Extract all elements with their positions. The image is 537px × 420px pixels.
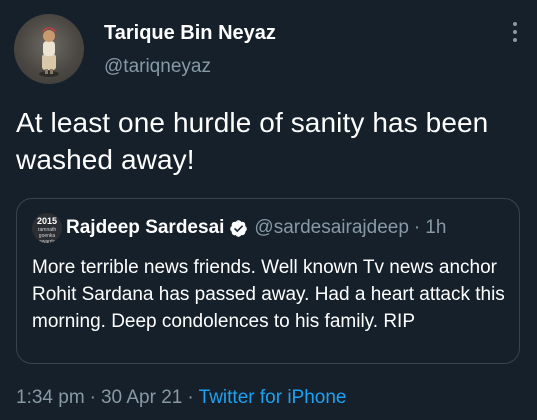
quoted-author-handle: @sardesairajdeep	[254, 217, 409, 238]
meta-separator: ·	[187, 387, 194, 408]
author-display-name[interactable]: Tarique Bin Neyaz	[104, 22, 276, 45]
quoted-timestamp: 1h	[425, 217, 447, 238]
tweet-source-link[interactable]: Twitter for iPhone	[199, 387, 347, 408]
meta-separator: ·	[89, 387, 96, 408]
tweet-metadata: 1:34 pm · 30 Apr 21 · Twitter for iPhone	[16, 387, 347, 409]
author-avatar[interactable]	[14, 14, 84, 84]
tweet-date[interactable]: 30 Apr 21	[101, 387, 182, 408]
quoted-author-avatar: 2015 ramnath goenka awards	[32, 213, 62, 243]
quoted-separator: ·	[413, 217, 421, 238]
verified-badge-icon	[230, 219, 248, 237]
quoted-tweet-text: More terrible news friends. Well known T…	[32, 257, 505, 332]
quoted-tweet-card[interactable]: 2015 ramnath goenka awards Rajdeep Sarde…	[16, 198, 520, 364]
quoted-avatar-year: 2015	[36, 216, 58, 226]
tweet-time[interactable]: 1:34 pm	[16, 387, 85, 408]
quoted-tweet-header: Rajdeep Sardesai @sardesairajdeep · 1h	[66, 216, 446, 240]
tweet-detail: Tarique Bin Neyaz @tariqneyaz At least o…	[0, 0, 537, 420]
more-options-icon[interactable]	[509, 22, 521, 48]
tweet-text: At least one hurdle of sanity has been w…	[16, 107, 489, 175]
quoted-avatar-caption: ramnath goenka awards	[37, 227, 57, 243]
profile-photo-icon	[39, 27, 59, 77]
author-handle[interactable]: @tariqneyaz	[104, 56, 211, 78]
quoted-author-name: Rajdeep Sardesai	[66, 217, 225, 238]
